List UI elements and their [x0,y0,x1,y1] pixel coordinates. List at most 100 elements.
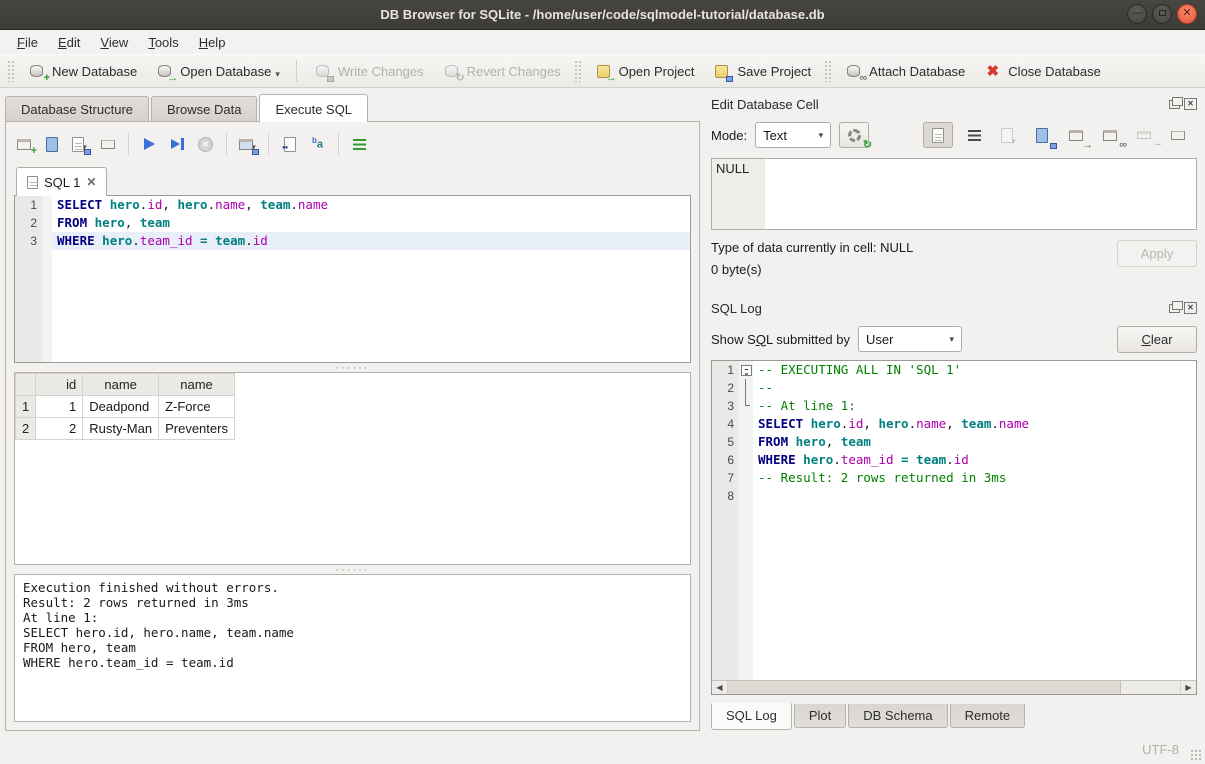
open-external-icon[interactable]: → [1063,123,1089,147]
close-panel-icon[interactable]: ✕ [1184,98,1197,110]
tab-remote[interactable]: Remote [950,704,1026,728]
tab-plot[interactable]: Plot [794,704,846,728]
mode-row: Mode: Text ▾ ↻ ▾ → ∞ − [711,118,1197,152]
execute-all-icon[interactable] [140,135,159,153]
splitter-handle[interactable]: ······ [14,565,691,574]
table-cell[interactable]: 2 [36,418,83,440]
tab-database-structure[interactable]: Database Structure [5,96,149,121]
log-horizontal-scrollbar[interactable]: ◀ ▶ [711,680,1197,695]
table-cell[interactable]: 1 [36,396,83,418]
word-wrap-icon[interactable] [961,123,987,147]
table-cell[interactable]: Preventers [159,418,235,440]
log-filter-select[interactable]: User ▾ [858,326,962,352]
fold-marker-icon[interactable] [739,361,753,379]
execution-message: Execution finished without errors. Resul… [14,574,691,722]
toolbar-handle[interactable] [824,60,831,82]
close-database-button[interactable]: ✖ Close Database [975,58,1109,84]
maximize-icon[interactable] [1152,4,1172,24]
close-icon[interactable]: ✕ [1177,4,1197,24]
table-cell[interactable]: Rusty-Man [83,418,159,440]
new-database-button[interactable]: + New Database [19,58,145,84]
row-header[interactable]: 1 [16,396,36,418]
scroll-left-icon[interactable]: ◀ [712,681,728,694]
splitter-handle[interactable]: ······ [14,363,691,372]
toolbar-handle[interactable] [7,60,14,82]
scrollbar-thumb[interactable] [728,681,1121,694]
fold-margin [42,232,52,250]
tab-db-schema[interactable]: DB Schema [848,704,947,728]
tab-sql-log[interactable]: SQL Log [711,703,792,730]
mode-select[interactable]: Text ▾ [755,122,831,148]
code-text: WHERE hero.team_id = team.id [52,232,690,250]
menu-item-help[interactable]: Help [190,33,235,52]
menu-item-view[interactable]: View [91,33,137,52]
auto-apply-button[interactable]: ↻ [839,122,869,148]
fold-marker-icon[interactable] [739,397,753,415]
code-line[interactable]: 7-- Result: 2 rows returned in 3ms [712,469,1196,487]
find-replace-icon[interactable]: ba [308,135,327,153]
link-icon[interactable]: ∞ [1097,123,1123,147]
code-text: WHERE hero.team_id = team.id [753,451,1196,469]
new-sql-tab-icon[interactable]: + [14,135,33,153]
column-header-name-1[interactable]: name [83,374,159,396]
export-results-icon[interactable]: ▾ [238,135,257,153]
float-panel-icon[interactable] [1169,304,1180,313]
save-sql-file-icon[interactable]: ▾ [70,135,89,153]
code-line[interactable]: 4SELECT hero.id, hero.name, team.name [712,415,1196,433]
table-cell[interactable]: Deadpond [83,396,159,418]
results-grid: idnamename11DeadpondZ-Force22Rusty-ManPr… [14,372,691,565]
print-icon[interactable] [98,135,117,153]
open-project-button[interactable]: → Open Project [586,58,703,84]
attach-database-button[interactable]: ∞ Attach Database [836,58,973,84]
sql-doc-tab[interactable]: SQL 1 ✕ [16,167,107,196]
fold-marker-icon[interactable] [739,379,753,397]
menu-item-tools[interactable]: Tools [139,33,187,52]
execute-current-line-icon[interactable] [168,135,187,153]
auto-format-icon[interactable] [350,135,369,153]
close-tab-icon[interactable]: ✕ [86,175,96,189]
stop-icon: ✕ [196,135,215,153]
clear-log-button[interactable]: Clear [1117,326,1197,353]
sql-editor[interactable]: 1SELECT hero.id, hero.name, team.name2FR… [14,195,691,363]
gear-icon [848,129,861,142]
column-header-id-0[interactable]: id [36,374,83,396]
toolbar-handle[interactable] [574,60,581,82]
right-panel: Edit Database Cell ✕ Mode: Text ▾ ↻ ▾ → … [703,88,1205,735]
resize-grip[interactable] [1190,749,1202,761]
export-data-icon[interactable] [1029,123,1055,147]
mode-label: Mode: [711,128,747,143]
text-mode-icon[interactable] [923,122,953,148]
sql-log-view[interactable]: 1-- EXECUTING ALL IN 'SQL 1'2--3-- At li… [711,360,1197,680]
find-icon[interactable]: ●● [280,135,299,153]
column-header-name-2[interactable]: name [159,374,235,396]
open-sql-file-icon[interactable] [42,135,61,153]
minimize-icon[interactable]: — [1127,4,1147,24]
print-icon[interactable] [1165,123,1191,147]
code-line[interactable]: 2-- [712,379,1196,397]
table-cell[interactable]: Z-Force [159,396,235,418]
code-line[interactable]: 1-- EXECUTING ALL IN 'SQL 1' [712,361,1196,379]
code-line[interactable]: 6WHERE hero.team_id = team.id [712,451,1196,469]
tab-browse-data[interactable]: Browse Data [151,96,257,121]
close-panel-icon[interactable]: ✕ [1184,302,1197,314]
cell-value-editor[interactable]: NULL [711,158,1197,230]
chevron-down-icon[interactable]: ▾ [275,69,280,80]
code-line[interactable]: 5FROM hero, team [712,433,1196,451]
code-line[interactable]: 3-- At line 1: [712,397,1196,415]
sql-doc-tab-label: SQL 1 [44,175,80,190]
code-line[interactable]: 8 [712,487,1196,505]
open-database-button[interactable]: → Open Database ▾ [147,58,288,84]
code-line[interactable]: 2FROM hero, team [15,214,690,232]
code-line[interactable]: 3WHERE hero.team_id = team.id [15,232,690,250]
main-toolbar: + New Database → Open Database ▾ Write C… [0,54,1205,88]
tab-execute-sql[interactable]: Execute SQL [259,94,368,122]
row-header[interactable]: 2 [16,418,36,440]
code-line[interactable]: 1SELECT hero.id, hero.name, team.name [15,196,690,214]
cell-info: Type of data currently in cell: NULL 0 b… [711,240,1197,286]
save-project-button[interactable]: Save Project [704,58,819,84]
menu-item-edit[interactable]: Edit [49,33,89,52]
float-panel-icon[interactable] [1169,100,1180,109]
scroll-right-icon[interactable]: ▶ [1180,681,1196,694]
menu-item-file[interactable]: File [8,33,47,52]
table-corner-header[interactable] [16,374,36,396]
